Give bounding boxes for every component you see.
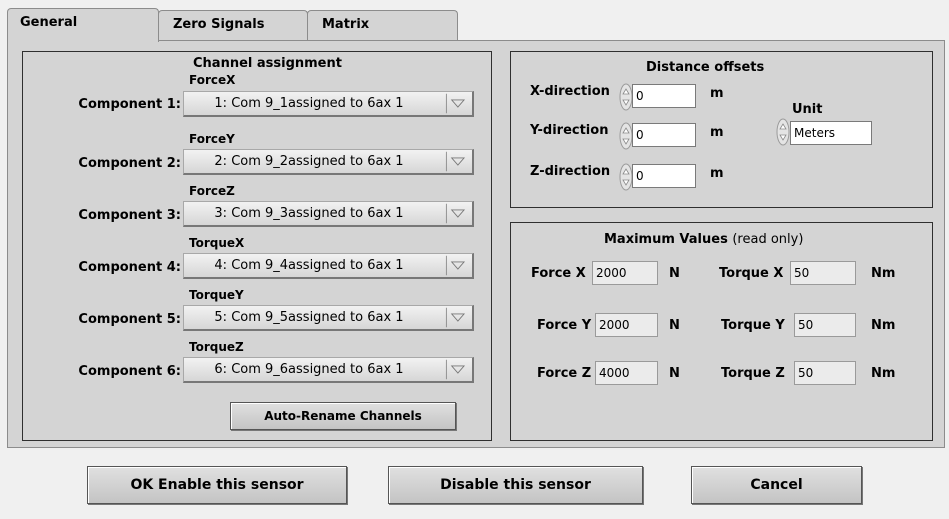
component-name-4: TorqueX (189, 236, 245, 250)
unit-spinner[interactable] (776, 118, 790, 146)
x-direction-unit: m (710, 86, 724, 101)
distance-offsets-title: Distance offsets (646, 60, 765, 75)
chevron-down-icon (445, 255, 466, 276)
x-direction-input[interactable]: 0 (632, 84, 696, 108)
component-name-2: ForceY (189, 132, 235, 146)
tab-zero-signals[interactable]: Zero Signals (158, 10, 308, 40)
maximum-values-group: Maximum Values (read only) Force X 2000 … (510, 222, 933, 441)
tab-general[interactable]: General (7, 8, 159, 42)
cancel-button[interactable]: Cancel (691, 466, 862, 504)
force-x-label: Force X (531, 266, 586, 281)
chevron-down-icon (445, 93, 466, 114)
component-1-dropdown[interactable]: 1: Com 9_1assigned to 6ax 1 (183, 91, 474, 117)
component-3-value: 3: Com 9_3assigned to 6ax 1 (214, 206, 404, 221)
auto-rename-channels-button[interactable]: Auto-Rename Channels (230, 402, 456, 430)
component-3-dropdown[interactable]: 3: Com 9_3assigned to 6ax 1 (183, 201, 474, 227)
y-direction-input[interactable]: 0 (632, 123, 696, 147)
chevron-down-icon (445, 203, 466, 224)
unit-label: Unit (792, 102, 823, 117)
torque-x-label: Torque X (719, 266, 784, 281)
disable-sensor-button[interactable]: Disable this sensor (388, 466, 643, 504)
component-name-3: ForceZ (189, 184, 235, 198)
component-label-3: Component 3: (78, 208, 181, 223)
force-x-value: 2000 (592, 261, 658, 285)
torque-z-label: Torque Z (721, 366, 785, 381)
unit-select[interactable]: Meters (790, 121, 872, 145)
component-6-value: 6: Com 9_6assigned to 6ax 1 (214, 362, 404, 377)
torque-y-value: 50 (794, 313, 856, 337)
z-direction-label: Z-direction (530, 164, 611, 179)
component-4-value: 4: Com 9_4assigned to 6ax 1 (214, 258, 404, 273)
y-direction-unit: m (710, 125, 724, 140)
x-direction-spinner[interactable] (619, 83, 633, 111)
distance-offsets-group: Distance offsets X-direction 0 m Y-direc… (510, 51, 933, 208)
tab-label: Matrix (322, 17, 370, 32)
y-direction-spinner[interactable] (619, 122, 633, 150)
maximum-values-title: Maximum Values (read only) (604, 232, 803, 247)
torque-x-unit: Nm (871, 266, 896, 281)
z-direction-spinner[interactable] (619, 163, 633, 191)
tab-label: General (20, 15, 78, 30)
z-direction-input[interactable]: 0 (632, 164, 696, 188)
component-1-value: 1: Com 9_1assigned to 6ax 1 (214, 96, 404, 111)
force-y-unit: N (669, 318, 680, 333)
chevron-down-icon (445, 151, 466, 172)
component-2-dropdown[interactable]: 2: Com 9_2assigned to 6ax 1 (183, 149, 474, 175)
component-5-dropdown[interactable]: 5: Com 9_5assigned to 6ax 1 (183, 305, 474, 331)
tab-panel-general: Channel assignment ForceX Component 1: 1… (7, 40, 945, 448)
component-name-5: TorqueY (189, 288, 244, 302)
tab-label: Zero Signals (173, 17, 265, 32)
torque-z-unit: Nm (871, 366, 896, 381)
force-y-label: Force Y (537, 318, 592, 333)
component-label-4: Component 4: (78, 260, 181, 275)
channel-assignment-title: Channel assignment (193, 56, 342, 71)
z-direction-unit: m (710, 166, 724, 181)
force-z-label: Force Z (537, 366, 592, 381)
force-x-unit: N (669, 266, 680, 281)
component-name-6: TorqueZ (189, 340, 244, 354)
channel-assignment-group: Channel assignment ForceX Component 1: 1… (22, 51, 492, 441)
component-label-5: Component 5: (78, 312, 181, 327)
component-6-dropdown[interactable]: 6: Com 9_6assigned to 6ax 1 (183, 357, 474, 383)
torque-y-unit: Nm (871, 318, 896, 333)
component-label-2: Component 2: (78, 156, 181, 171)
read-only-note: (read only) (732, 232, 804, 247)
component-2-value: 2: Com 9_2assigned to 6ax 1 (214, 154, 404, 169)
component-label-1: Component 1: (78, 97, 181, 112)
force-z-unit: N (669, 366, 680, 381)
force-y-value: 2000 (595, 313, 658, 337)
torque-x-value: 50 (790, 261, 856, 285)
y-direction-label: Y-direction (530, 123, 609, 138)
chevron-down-icon (445, 359, 466, 380)
force-z-value: 4000 (595, 361, 658, 385)
maximum-values-heading: Maximum Values (604, 232, 728, 247)
component-name-1: ForceX (189, 73, 236, 87)
tab-matrix[interactable]: Matrix (307, 10, 458, 40)
component-4-dropdown[interactable]: 4: Com 9_4assigned to 6ax 1 (183, 253, 474, 279)
ok-enable-sensor-button[interactable]: OK Enable this sensor (87, 466, 347, 504)
x-direction-label: X-direction (530, 84, 610, 99)
component-5-value: 5: Com 9_5assigned to 6ax 1 (214, 310, 404, 325)
component-label-6: Component 6: (78, 364, 181, 379)
chevron-down-icon (445, 307, 466, 328)
torque-y-label: Torque Y (721, 318, 785, 333)
torque-z-value: 50 (794, 361, 856, 385)
